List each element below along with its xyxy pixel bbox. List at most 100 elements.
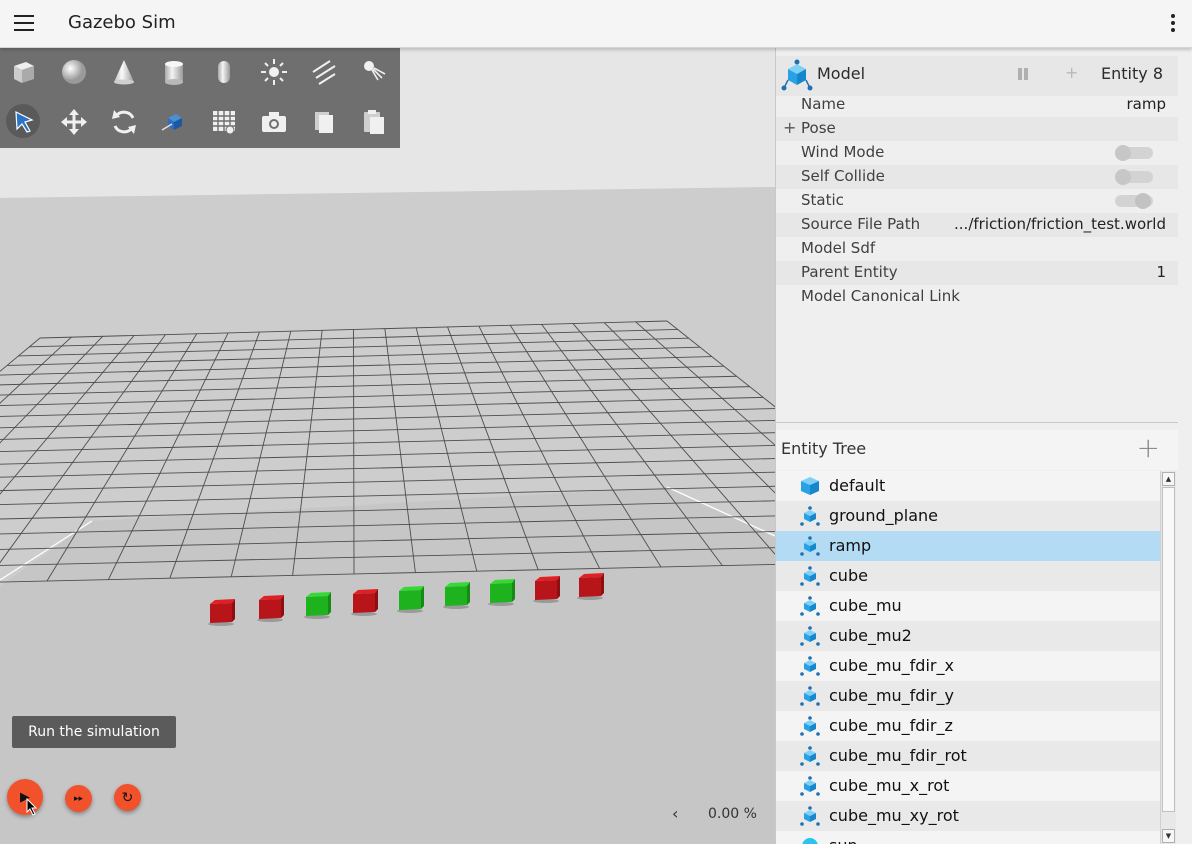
component-label: Model Canonical Link	[801, 287, 960, 305]
entity-tree-item-sun[interactable]: sun	[776, 831, 1160, 844]
paste-icon[interactable]	[357, 105, 391, 139]
component-row-model-sdf: Model Sdf	[776, 237, 1178, 261]
friction-cube[interactable]	[304, 592, 331, 619]
select-icon[interactable]	[7, 105, 41, 139]
entity-tree-label: sun	[829, 836, 858, 844]
transform-icon[interactable]	[157, 105, 191, 139]
panel-divider[interactable]	[776, 422, 1178, 423]
translate-icon[interactable]	[57, 105, 91, 139]
entity-tree-item-cube[interactable]: cube	[776, 561, 1160, 591]
model-icon	[799, 565, 821, 591]
scene-toolbar	[0, 48, 400, 148]
component-label: Name	[801, 95, 846, 113]
component-row-parent-entity: Parent Entity 1	[776, 261, 1178, 285]
wind-mode-toggle[interactable]	[1115, 145, 1153, 161]
entity-tree-scrollbar[interactable]: ▲ ▼	[1160, 471, 1176, 844]
cone-icon[interactable]	[107, 55, 141, 89]
rotate-icon[interactable]	[107, 105, 141, 139]
scroll-up-arrow-icon[interactable]: ▲	[1162, 472, 1175, 486]
add-component-icon[interactable]: +	[1065, 63, 1078, 82]
entity-tree-item-cube_mu[interactable]: cube_mu	[776, 591, 1160, 621]
screenshot-icon[interactable]	[257, 105, 291, 139]
model-icon	[781, 59, 813, 91]
entity-tree-label: cube_mu	[829, 596, 902, 615]
more-options-icon[interactable]	[1170, 14, 1176, 34]
component-value: .../friction/friction_test.world	[954, 215, 1166, 233]
real-time-factor: 0.00 %	[708, 806, 757, 822]
sphere-icon[interactable]	[57, 55, 91, 89]
model-icon	[799, 595, 821, 621]
entity-tree-item-cube_mu_x_rot[interactable]: cube_mu_x_rot	[776, 771, 1160, 801]
box-icon[interactable]	[7, 55, 41, 89]
component-label: Static	[801, 191, 844, 209]
entity-tree-label: cube_mu_x_rot	[829, 776, 950, 795]
component-row-source-file-path: Source File Path .../friction/friction_te…	[776, 213, 1178, 237]
entity-tree-header: Entity Tree +	[776, 430, 1178, 470]
rtf-collapse-icon[interactable]: ‹	[672, 804, 678, 823]
entity-tree-label: cube	[829, 566, 868, 585]
step-button[interactable]: ▸▸	[65, 785, 92, 812]
add-entity-icon[interactable]: +	[1137, 431, 1160, 464]
model-icon	[799, 685, 821, 711]
component-label: Wind Mode	[801, 143, 885, 161]
copy-icon[interactable]	[307, 105, 341, 139]
self-collide-toggle[interactable]	[1115, 169, 1153, 185]
capsule-icon[interactable]	[207, 55, 241, 89]
entity-tree-item-cube_mu2[interactable]: cube_mu2	[776, 621, 1160, 651]
model-icon	[799, 775, 821, 801]
component-label: Source File Path	[801, 215, 921, 233]
entity-tree-item-cube_mu_xy_rot[interactable]: cube_mu_xy_rot	[776, 801, 1160, 831]
spot-light-icon[interactable]	[357, 55, 391, 89]
model-icon	[799, 805, 821, 831]
scene-3d-viewport[interactable]: Run the simulation ▶ ▸▸ ↻ ‹ 0.00 %	[0, 48, 775, 844]
right-panel: Model + Entity 8 Name ramp + Pose Wind Mode S…	[775, 48, 1192, 844]
entity-tree-item-cube_mu_fdir_y[interactable]: cube_mu_fdir_y	[776, 681, 1160, 711]
model-icon	[799, 655, 821, 681]
friction-cube[interactable]	[208, 599, 235, 626]
entity-tree-item-ramp[interactable]: ramp	[776, 531, 1160, 561]
model-icon	[799, 625, 821, 651]
friction-cube[interactable]	[533, 576, 560, 603]
entity-tree-item-cube_mu_fdir_x[interactable]: cube_mu_fdir_x	[776, 651, 1160, 681]
component-row-self-collide: Self Collide	[776, 165, 1178, 189]
expand-pose-icon[interactable]: +	[783, 118, 796, 137]
friction-cube[interactable]	[257, 595, 284, 622]
model-icon	[799, 505, 821, 531]
friction-cube[interactable]	[351, 589, 378, 616]
entity-id: Entity 8	[1101, 64, 1163, 83]
component-row-static: Static	[776, 189, 1178, 213]
component-row-pose: + Pose	[776, 117, 1178, 141]
cylinder-icon[interactable]	[157, 55, 191, 89]
point-light-icon[interactable]	[257, 55, 291, 89]
hamburger-menu-icon[interactable]	[14, 15, 34, 33]
friction-cube[interactable]	[443, 582, 470, 609]
entity-tree-label: cube_mu_fdir_x	[829, 656, 954, 675]
directional-light-icon[interactable]	[307, 55, 341, 89]
entity-tree-item-ground_plane[interactable]: ground_plane	[776, 501, 1160, 531]
entity-tree-label: cube_mu_fdir_y	[829, 686, 954, 705]
entity-tree-item-cube_mu_fdir_z[interactable]: cube_mu_fdir_z	[776, 711, 1160, 741]
scroll-down-arrow-icon[interactable]: ▼	[1162, 829, 1175, 843]
model-icon	[799, 745, 821, 771]
friction-cube[interactable]	[488, 579, 515, 606]
app-title: Gazebo Sim	[68, 12, 176, 33]
scrollbar-thumb[interactable]	[1162, 487, 1175, 812]
reset-button[interactable]: ↻	[114, 784, 141, 811]
component-label: Parent Entity	[801, 263, 898, 281]
component-row-model-canonical-link: Model Canonical Link	[776, 285, 1178, 309]
static-toggle[interactable]	[1115, 193, 1153, 209]
grid-snap-icon[interactable]	[207, 105, 241, 139]
friction-cube[interactable]	[577, 573, 604, 600]
component-label: Model Sdf	[801, 239, 876, 257]
tooltip: Run the simulation	[12, 716, 176, 748]
component-type-label: Model	[817, 64, 866, 83]
component-row-name: Name ramp	[776, 93, 1178, 117]
model-icon	[799, 535, 821, 561]
friction-cube[interactable]	[397, 586, 424, 613]
entity-tree-label: cube_mu_fdir_rot	[829, 746, 967, 765]
entity-tree-item-cube_mu_fdir_rot[interactable]: cube_mu_fdir_rot	[776, 741, 1160, 771]
entity-tree-item-default[interactable]: default	[776, 471, 1160, 501]
component-inspector-header: Model + Entity 8	[776, 56, 1178, 96]
component-row-wind-mode: Wind Mode	[776, 141, 1178, 165]
lock-pause-icon[interactable]	[1016, 67, 1030, 81]
